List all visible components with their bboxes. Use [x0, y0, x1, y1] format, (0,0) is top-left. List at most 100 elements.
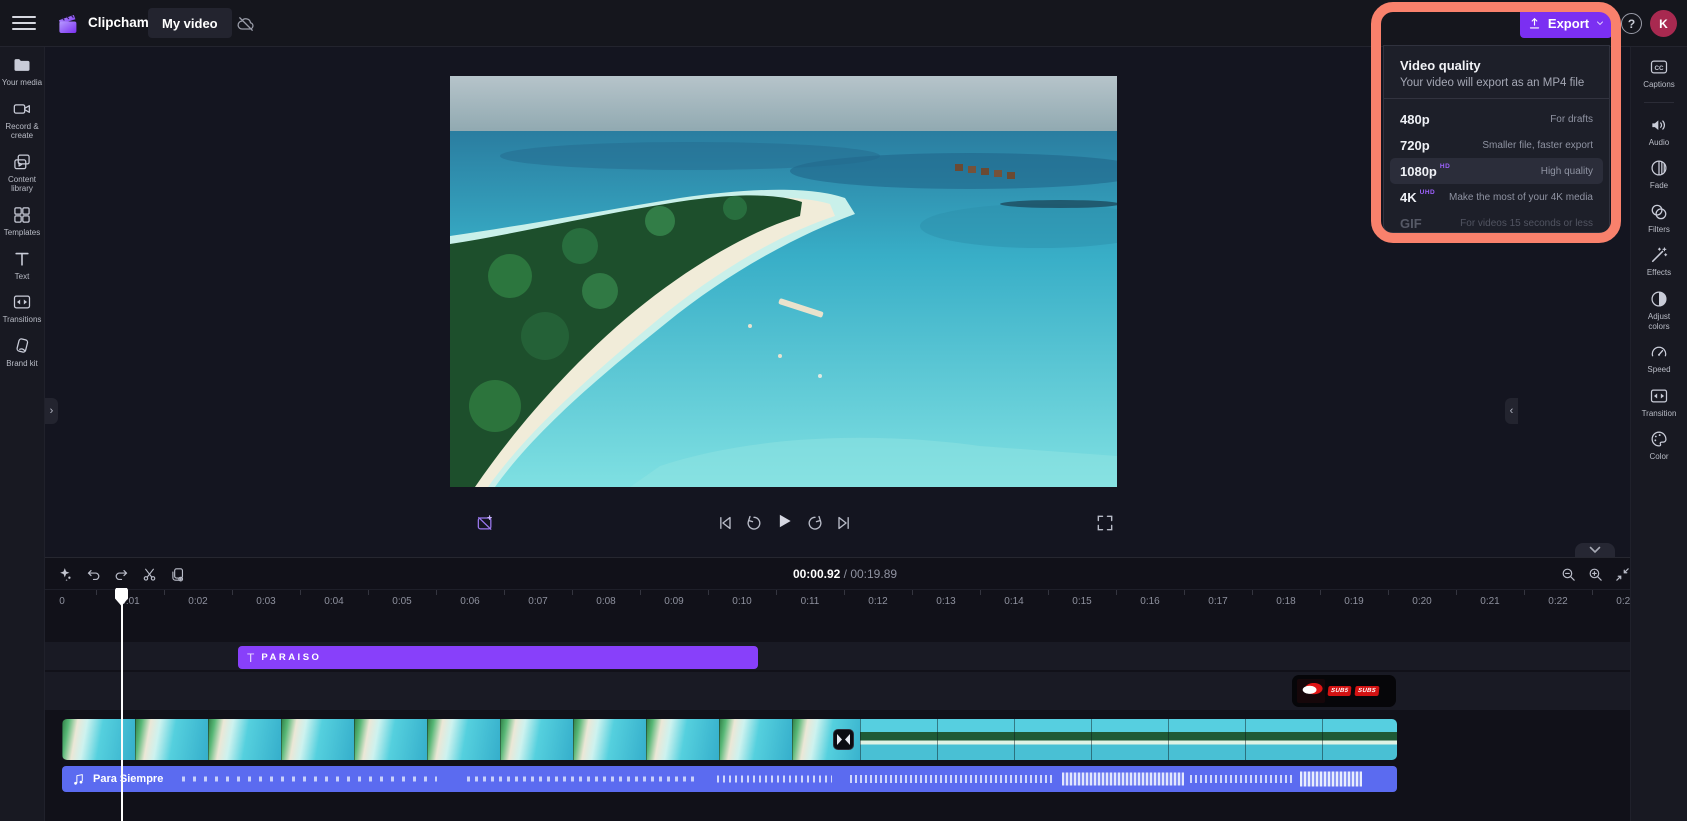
sidebar-item-brand-kit[interactable]: Brand kit: [0, 336, 44, 369]
audio-waveform: [717, 776, 832, 783]
project-title[interactable]: My video: [148, 8, 232, 38]
undo-button[interactable]: [83, 564, 103, 584]
duplicate-button[interactable]: [167, 564, 187, 584]
text-icon: [12, 249, 32, 269]
split-scissors-button[interactable]: [139, 564, 159, 584]
help-button[interactable]: ?: [1621, 13, 1642, 34]
ruler-label: 0:11: [801, 596, 820, 607]
subscribe-sticker-clip[interactable]: SUB5SUBS: [1292, 675, 1396, 707]
sidebar-item-label: Color: [1649, 452, 1668, 462]
collapse-preview-button[interactable]: [1575, 543, 1615, 557]
transitions-icon: [12, 292, 32, 312]
video-track: [62, 719, 1397, 760]
forward-button[interactable]: [804, 512, 826, 534]
sidebar-item-transition[interactable]: Transition: [1631, 386, 1687, 419]
ruler-tick: [776, 590, 777, 595]
export-option-1080p[interactable]: 1080pHDHigh quality: [1390, 158, 1603, 184]
folder-icon: [12, 55, 32, 75]
quality-label: 1080pHD: [1400, 164, 1450, 179]
cloud-off-icon: [236, 14, 256, 34]
captions-icon: CC: [1649, 57, 1669, 77]
clip-transition-marker[interactable]: [833, 729, 854, 750]
sidebar-item-adjust-colors[interactable]: Adjust colors: [1631, 289, 1687, 331]
playhead-line: [121, 588, 123, 821]
chevron-down-icon: [1589, 546, 1601, 554]
sidebar-item-templates[interactable]: Templates: [0, 205, 44, 238]
redo-button[interactable]: [111, 564, 131, 584]
sidebar-item-label: Your media: [2, 78, 42, 88]
sidebar-item-speed[interactable]: Speed: [1631, 342, 1687, 375]
play-button[interactable]: [773, 510, 795, 532]
ruler-label: 0:04: [324, 596, 343, 607]
skip-to-start-button[interactable]: [714, 512, 736, 534]
chevron-down-icon: [1595, 18, 1605, 28]
templates-icon: [12, 205, 32, 225]
sidebar-item-filters[interactable]: Filters: [1631, 202, 1687, 235]
expand-right-panel-button[interactable]: ‹: [1505, 398, 1518, 424]
left-sidebar: Your media Record & create Content library…: [0, 47, 45, 821]
sidebar-item-content-library[interactable]: Content library: [0, 152, 44, 194]
ruler-tick: [640, 590, 641, 595]
rail-divider: [1644, 102, 1674, 103]
skip-to-end-button[interactable]: [833, 512, 855, 534]
ruler-tick: [1524, 590, 1525, 595]
sidebar-item-text[interactable]: Text: [0, 249, 44, 282]
ruler-label: 0:17: [1208, 596, 1227, 607]
video-clip-2[interactable]: [860, 719, 1397, 760]
ruler-label: 0:15: [1072, 596, 1091, 607]
sidebar-item-color[interactable]: Color: [1631, 429, 1687, 462]
sidebar-item-captions[interactable]: CCCaptions: [1631, 57, 1687, 90]
sidebar-item-label: Templates: [4, 228, 40, 238]
quality-label: 720p: [1400, 138, 1430, 153]
export-option-gif[interactable]: GIFFor videos 15 seconds or less: [1390, 210, 1603, 236]
export-option-480p[interactable]: 480pFor drafts: [1390, 106, 1603, 132]
transition-icon: [1649, 386, 1669, 406]
camera-icon: [12, 99, 32, 119]
export-option-720p[interactable]: 720pSmaller file, faster export: [1390, 132, 1603, 158]
text-clip-paraiso[interactable]: T PARAISO: [238, 646, 758, 669]
ruler-tick: [844, 590, 845, 595]
sidebar-item-record-create[interactable]: Record & create: [0, 99, 44, 141]
fit-timeline-button[interactable]: [1612, 564, 1632, 584]
quality-description: Make the most of your 4K media: [1449, 192, 1593, 203]
text-icon: T: [247, 651, 254, 665]
sidebar-item-transitions[interactable]: Transitions: [0, 292, 44, 325]
ruler-tick: [1592, 590, 1593, 595]
player-controls: [46, 504, 1630, 540]
zoom-in-button[interactable]: [1585, 564, 1605, 584]
sidebar-item-audio[interactable]: Audio: [1631, 115, 1687, 148]
export-button-label: Export: [1548, 16, 1589, 31]
fullscreen-button[interactable]: [1094, 512, 1116, 534]
sidebar-item-your-media[interactable]: Your media: [0, 55, 44, 88]
library-icon: [12, 152, 32, 172]
ruler-tick: [1048, 590, 1049, 595]
ruler-label: 0:08: [596, 596, 615, 607]
video-preview[interactable]: [450, 76, 1117, 487]
ruler-label: 0:16: [1140, 596, 1159, 607]
ruler-label: 0:07: [528, 596, 547, 607]
rewind-button[interactable]: [743, 512, 765, 534]
sidebar-item-label: Filters: [1648, 225, 1670, 235]
expand-left-panel-button[interactable]: ›: [45, 398, 58, 424]
current-time: 00:00.92: [793, 567, 840, 581]
video-clip-1[interactable]: [62, 719, 860, 760]
ruler-tick: [164, 590, 165, 595]
clipchamp-editor: Clipchamp My video Export ? K Your media…: [0, 0, 1687, 821]
zoom-out-button[interactable]: [1558, 564, 1578, 584]
timeline-toolbar: 00:00.92 / 00:19.89: [45, 558, 1630, 589]
audio-clip-para-siempre[interactable]: Para Siempre: [62, 766, 1397, 792]
sidebar-item-label: Speed: [1647, 365, 1670, 375]
timeline-ruler[interactable]: 00:010:020:030:040:050:060:070:080:090:1…: [45, 589, 1630, 612]
menu-icon[interactable]: [12, 12, 36, 34]
ruler-tick: [436, 590, 437, 595]
subscribe-sticker-thumbnail: [1297, 679, 1325, 703]
auto-captions-icon[interactable]: [474, 512, 496, 534]
audio-clip-label: Para Siempre: [93, 773, 163, 785]
export-button[interactable]: Export: [1520, 8, 1612, 38]
sidebar-item-effects[interactable]: Effects: [1631, 245, 1687, 278]
export-option-4k[interactable]: 4KUHDMake the most of your 4K media: [1390, 184, 1603, 210]
export-quality-menu: Video quality Your video will export as …: [1383, 45, 1610, 233]
suggestions-icon[interactable]: [55, 564, 75, 584]
avatar[interactable]: K: [1650, 10, 1677, 37]
sidebar-item-fade[interactable]: Fade: [1631, 158, 1687, 191]
